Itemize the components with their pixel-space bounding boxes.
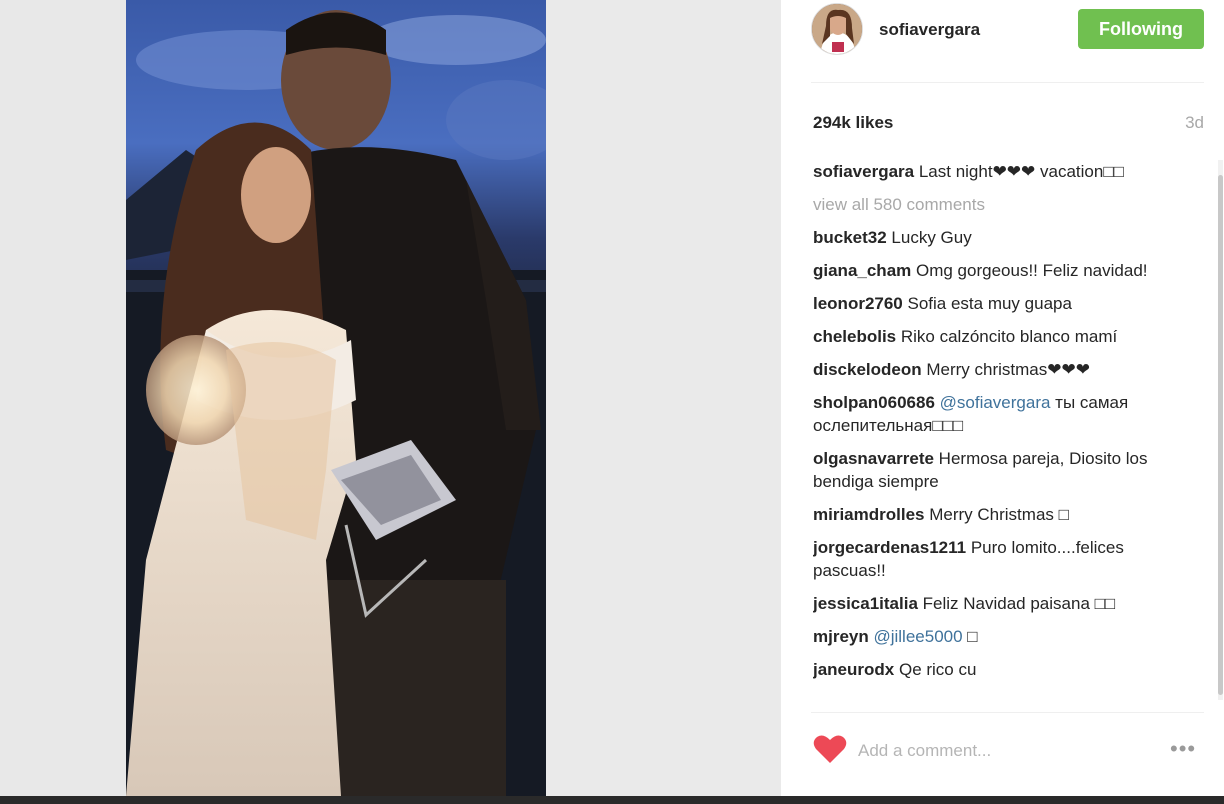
comment-mention[interactable]: @jillee5000 bbox=[869, 627, 962, 646]
comment-item: sholpan060686 @sofiavergara ты самая осл… bbox=[813, 391, 1193, 437]
comment-text: Merry christmas❤❤❤ bbox=[921, 360, 1090, 379]
add-comment-input[interactable] bbox=[858, 738, 1158, 764]
comment-username[interactable]: bucket32 bbox=[813, 228, 887, 247]
comment-item: giana_cham Omg gorgeous!! Feliz navidad! bbox=[813, 259, 1193, 282]
comment-username[interactable]: jorgecardenas1211 bbox=[813, 538, 966, 557]
comment-username[interactable]: disckelodeon bbox=[813, 360, 922, 379]
comment-mention[interactable]: @sofiavergara bbox=[935, 393, 1051, 412]
comment-text: Last night❤❤❤ vacation□□ bbox=[914, 162, 1124, 181]
bottom-strip bbox=[0, 796, 1224, 804]
header-divider bbox=[811, 82, 1204, 83]
comment-text: Omg gorgeous!! Feliz navidad! bbox=[911, 261, 1148, 280]
view-all-comments-link[interactable]: view all 580 comments bbox=[813, 193, 1193, 216]
post-age[interactable]: 3d bbox=[1185, 113, 1204, 133]
caption: sofiavergara Last night❤❤❤ vacation□□ bbox=[813, 160, 1193, 183]
comment-username[interactable]: giana_cham bbox=[813, 261, 911, 280]
comment-username[interactable]: jessica1italia bbox=[813, 594, 918, 613]
comment-username[interactable]: sofiavergara bbox=[813, 162, 914, 181]
comment-text: Merry Christmas □ bbox=[924, 505, 1069, 524]
comment-item: jorgecardenas1211 Puro lomito....felices… bbox=[813, 536, 1193, 582]
comment-text: Qe rico cu bbox=[894, 660, 977, 679]
comment-username[interactable]: chelebolis bbox=[813, 327, 896, 346]
comment-item: jessica1italia Feliz Navidad paisana □□ bbox=[813, 592, 1193, 615]
post-details-panel: sofiavergara Following 294k likes 3d sof… bbox=[781, 0, 1224, 796]
avatar[interactable] bbox=[811, 3, 863, 55]
comment-username[interactable]: mjreyn bbox=[813, 627, 869, 646]
post-photo[interactable] bbox=[126, 0, 546, 796]
right-background bbox=[546, 0, 781, 804]
comment-username[interactable]: miriamdrolles bbox=[813, 505, 925, 524]
post-header: sofiavergara Following bbox=[781, 0, 1224, 60]
comment-scrollbar-thumb[interactable] bbox=[1218, 175, 1223, 695]
comment-username[interactable]: janeurodx bbox=[813, 660, 894, 679]
comment-item: janeurodx Qe rico cu bbox=[813, 658, 1193, 681]
more-options-icon[interactable]: ••• bbox=[1170, 736, 1208, 761]
following-button[interactable]: Following bbox=[1078, 9, 1204, 49]
comment-text: Lucky Guy bbox=[886, 228, 972, 247]
avatar-image bbox=[812, 4, 862, 54]
comment-item: mjreyn @jillee5000 □ bbox=[813, 625, 1193, 648]
comment-item: disckelodeon Merry christmas❤❤❤ bbox=[813, 358, 1193, 381]
comment-item: miriamdrolles Merry Christmas □ bbox=[813, 503, 1193, 526]
post-image bbox=[126, 0, 546, 796]
comment-username[interactable]: sholpan060686 bbox=[813, 393, 935, 412]
comment-item: leonor2760 Sofia esta muy guapa bbox=[813, 292, 1193, 315]
post-author-username[interactable]: sofiavergara bbox=[879, 20, 980, 40]
comment-item: olgasnavarrete Hermosa pareja, Diosito l… bbox=[813, 447, 1193, 493]
comment-item: chelebolis Riko calzóncito blanco mamí bbox=[813, 325, 1193, 348]
comment-text: Sofia esta muy guapa bbox=[902, 294, 1072, 313]
likes-count[interactable]: 294k likes bbox=[813, 113, 893, 133]
heart-icon[interactable] bbox=[813, 734, 847, 764]
comment-text: Riko calzóncito blanco mamí bbox=[896, 327, 1118, 346]
footer-divider bbox=[811, 712, 1204, 713]
comment-text: □ bbox=[962, 627, 978, 646]
comment-username[interactable]: leonor2760 bbox=[813, 294, 903, 313]
left-background bbox=[0, 0, 126, 804]
comment-item: bucket32 Lucky Guy bbox=[813, 226, 1193, 249]
comment-text: Feliz Navidad paisana □□ bbox=[917, 594, 1116, 613]
comment-username[interactable]: olgasnavarrete bbox=[813, 449, 934, 468]
comment-list[interactable]: sofiavergara Last night❤❤❤ vacation□□ vi… bbox=[813, 160, 1193, 705]
